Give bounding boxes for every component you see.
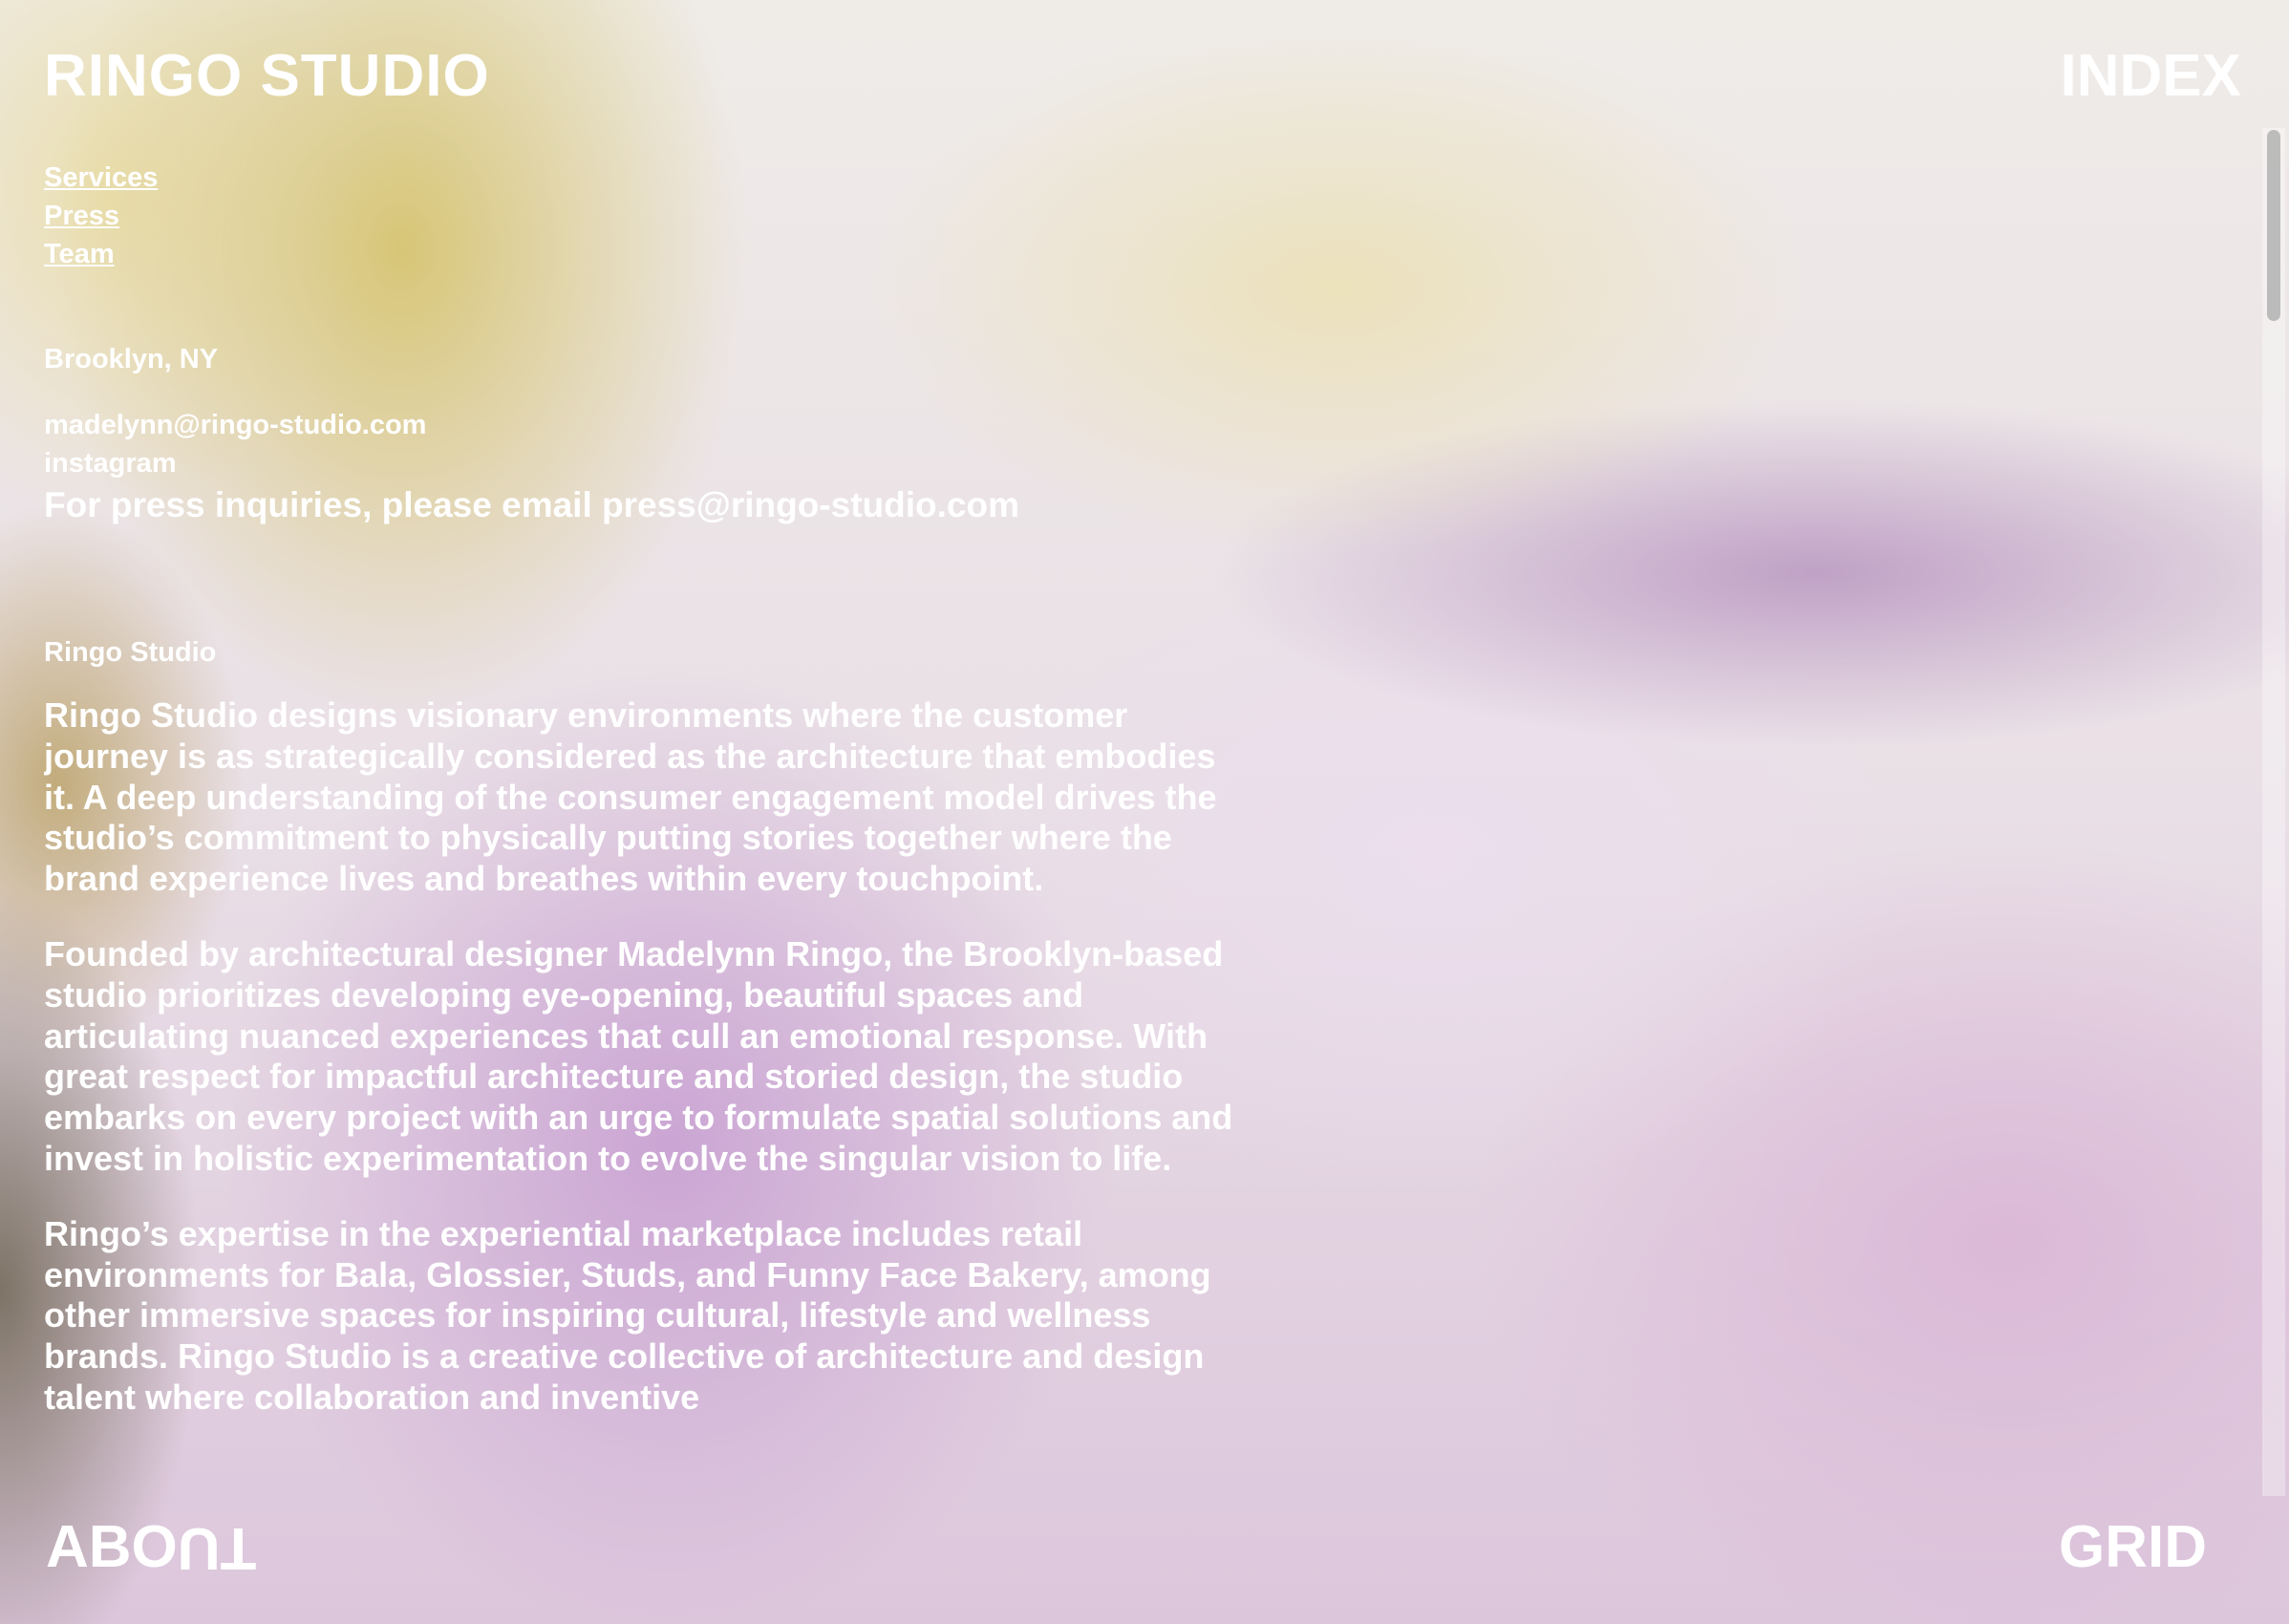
nav-link-team[interactable]: Team (44, 235, 158, 273)
about-paragraph: Ringo Studio designs visionary environme… (44, 695, 1217, 899)
scrollbar-thumb[interactable] (2267, 130, 2280, 321)
about-link-label: ABO (46, 1514, 178, 1580)
contact-block: madelynn@ringo-studio.com instagram For … (44, 406, 1019, 530)
about-link[interactable]: ABOUT (46, 1509, 256, 1586)
about-heading: Ringo Studio (44, 637, 217, 668)
about-link-flipped-letters: UT (177, 1515, 257, 1581)
about-paragraph: Founded by architectural designer Madely… (44, 933, 1233, 1178)
brand-logo[interactable]: RINGO STUDIO (44, 38, 490, 115)
location-text: Brooklyn, NY (44, 344, 219, 374)
about-text-scroll-area[interactable]: Ringo Studio designs visionary environme… (44, 695, 1238, 1500)
grid-link[interactable]: GRID (2059, 1509, 2207, 1586)
index-link[interactable]: INDEX (2061, 38, 2241, 115)
email-link[interactable]: madelynn@ringo-studio.com (44, 406, 1019, 444)
section-nav: Services Press Team (44, 159, 158, 273)
scrollbar-track[interactable] (2262, 128, 2285, 1496)
footer-bar (0, 1496, 2289, 1624)
about-paragraph: Ringo’s expertise in the experiential ma… (44, 1213, 1211, 1417)
nav-link-services[interactable]: Services (44, 159, 158, 197)
nav-link-press[interactable]: Press (44, 197, 158, 235)
press-inquiry-text: For press inquiries, please email press@… (44, 485, 1019, 524)
instagram-link[interactable]: instagram (44, 444, 1019, 482)
